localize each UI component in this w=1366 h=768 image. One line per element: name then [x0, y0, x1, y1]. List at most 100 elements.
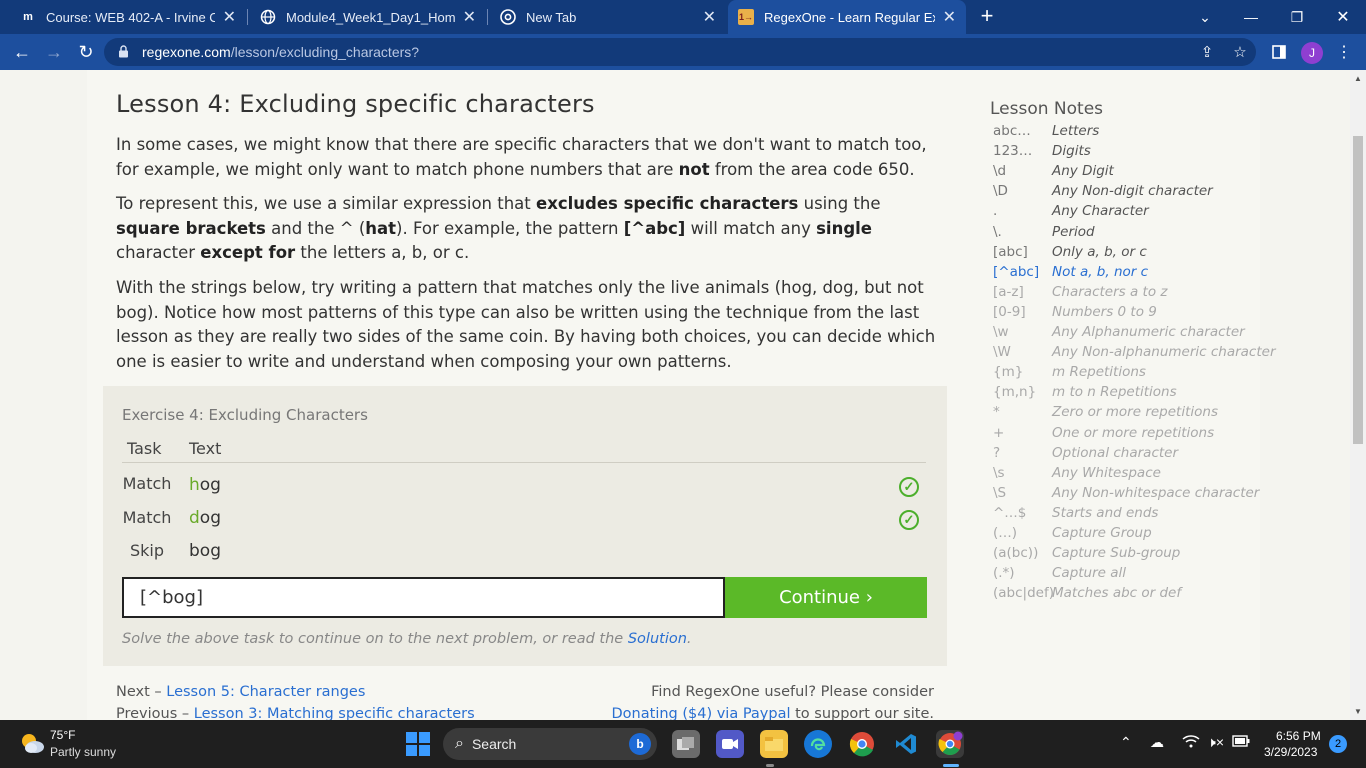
- note-meaning: Capture all: [1052, 565, 1127, 582]
- tab-module4[interactable]: Module4_Week1_Day1_Homewor ✕: [250, 0, 486, 34]
- next-prefix: Next –: [116, 684, 167, 700]
- note-meaning: Any Alphanumeric character: [1052, 324, 1245, 340]
- page-scrollbar[interactable]: ▲ ▼: [1350, 70, 1366, 720]
- note-row: [0-9] Numbers 0 to 9: [993, 304, 1263, 324]
- close-icon[interactable]: ✕: [703, 7, 716, 27]
- donate-link[interactable]: Donating ($4) via Paypal: [612, 706, 791, 720]
- note-meaning: Any Non-digit character: [1052, 183, 1213, 200]
- note-meaning: Optional character: [1052, 444, 1179, 461]
- note-row: {m,n} m to n Repetitions: [993, 384, 1263, 404]
- more-menu-icon[interactable]: ⋮: [1336, 42, 1352, 62]
- clock-time[interactable]: 6:56 PM: [1276, 729, 1321, 743]
- browser-toolbar: ← → ↻ regexone.com/lesson/excluding_char…: [0, 34, 1366, 70]
- show-hidden-icons-chevron-icon[interactable]: ⌃: [1120, 734, 1132, 751]
- note-syntax: (a(bc)): [993, 545, 1039, 562]
- windows-start-icon[interactable]: [406, 732, 430, 756]
- tab-title: Course: WEB 402-A - Irvine Comm: [46, 9, 215, 25]
- note-meaning: Any Non-alphanumeric character: [1052, 344, 1276, 361]
- weather-partly-sunny-icon[interactable]: [18, 730, 44, 756]
- url-host: regexone.com: [142, 44, 231, 60]
- note-syntax: {m,n}: [993, 384, 1037, 401]
- prev-lesson-link[interactable]: Lesson 3: Matching specific characters: [194, 706, 475, 720]
- note-row: abc… Letters: [993, 123, 1263, 143]
- wifi-icon[interactable]: [1182, 734, 1200, 751]
- search-label: Search: [471, 736, 517, 752]
- edge-browser-icon[interactable]: [804, 730, 832, 758]
- taskbar-search[interactable]: ⌕ Search b: [443, 728, 657, 760]
- weather-description: Partly sunny: [50, 745, 117, 759]
- note-syntax: ^…$: [993, 504, 1027, 521]
- share-icon[interactable]: ⇪: [1198, 43, 1216, 61]
- note-row: 123… Digits: [993, 143, 1263, 163]
- bing-icon[interactable]: b: [629, 733, 651, 755]
- p2-text: using the: [798, 194, 881, 213]
- tab-title: Module4_Week1_Day1_Homewor: [286, 9, 455, 25]
- tab-search-chevron-icon[interactable]: ⌄: [1182, 0, 1228, 34]
- p2-text: character: [116, 243, 201, 262]
- vscode-icon[interactable]: [892, 730, 920, 758]
- minimize-button[interactable]: —: [1228, 0, 1274, 34]
- tab-regexone[interactable]: 1→ RegexOne - Learn Regular Expres ✕: [728, 0, 966, 34]
- back-arrow-icon[interactable]: ←: [10, 40, 34, 64]
- note-meaning: Only a, b, or c: [1052, 243, 1147, 260]
- regex-input[interactable]: [^bog]: [122, 577, 725, 618]
- note-row: \. Period: [993, 224, 1263, 244]
- note-row: \w Any Alphanumeric character: [993, 324, 1263, 344]
- note-meaning: m to n Repetitions: [1052, 384, 1177, 401]
- p2-bold: square brackets: [116, 218, 266, 238]
- continue-button[interactable]: Continue ›: [725, 577, 927, 618]
- tab-course[interactable]: m Course: WEB 402-A - Irvine Comm ✕: [10, 0, 246, 34]
- close-icon[interactable]: ✕: [223, 7, 236, 27]
- active-app-indicator: [943, 764, 959, 767]
- profile-avatar[interactable]: J: [1301, 42, 1323, 64]
- volume-muted-icon[interactable]: 🕨×: [1207, 734, 1224, 751]
- note-meaning: Capture Sub-group: [1052, 545, 1181, 562]
- scroll-up-arrow-icon[interactable]: ▲: [1354, 74, 1362, 83]
- solution-link[interactable]: Solution: [628, 631, 687, 647]
- taskbar: 75°F Partly sunny ⌕ Search b ⌃ ☁ 🕨× 6:56…: [0, 720, 1366, 768]
- onedrive-icon[interactable]: ☁: [1150, 734, 1164, 751]
- lesson-paragraph-2: To represent this, we use a similar expr…: [116, 192, 936, 266]
- close-window-button[interactable]: ✕: [1320, 0, 1366, 34]
- divider: [122, 462, 926, 463]
- note-row: \D Any Non-digit character: [993, 183, 1263, 203]
- note-row: [a-z] Characters a to z: [993, 284, 1263, 304]
- clock-date[interactable]: 3/29/2023: [1264, 745, 1317, 759]
- donate-prompt: Find RegexOne useful? Please consider: [651, 684, 934, 700]
- match-highlight: d: [189, 508, 200, 528]
- teams-chat-icon[interactable]: [716, 730, 744, 758]
- p2-pattern: [^abc]: [623, 218, 686, 238]
- close-icon[interactable]: ✕: [943, 7, 956, 27]
- tab-new-tab[interactable]: New Tab ✕: [490, 0, 726, 34]
- note-row: \W Any Non-alphanumeric character: [993, 344, 1276, 364]
- close-icon[interactable]: ✕: [463, 7, 476, 27]
- notification-badge[interactable]: 2: [1329, 735, 1347, 753]
- restore-button[interactable]: ❐: [1274, 0, 1320, 34]
- next-lesson-link[interactable]: Lesson 5: Character ranges: [166, 684, 365, 700]
- file-explorer-icon[interactable]: [760, 730, 788, 758]
- note-meaning: Letters: [1052, 123, 1100, 139]
- lock-icon[interactable]: [118, 45, 130, 59]
- battery-icon[interactable]: [1232, 734, 1250, 750]
- forward-arrow-icon[interactable]: →: [42, 40, 66, 64]
- side-panel-icon[interactable]: [1270, 43, 1288, 61]
- note-syntax: {m}: [993, 364, 1024, 381]
- lesson-paragraph-1: In some cases, we might know that there …: [116, 133, 936, 182]
- chrome-profile-app-icon[interactable]: [936, 730, 964, 758]
- row-text: hog: [189, 475, 221, 495]
- address-bar[interactable]: regexone.com/lesson/excluding_characters…: [104, 38, 1256, 66]
- note-meaning: Capture Group: [1052, 525, 1152, 541]
- reload-icon[interactable]: ↻: [74, 40, 98, 64]
- scrollbar-thumb[interactable]: [1353, 136, 1363, 444]
- column-header-task: Task: [127, 439, 162, 458]
- bookmark-star-icon[interactable]: ☆: [1231, 43, 1249, 61]
- note-row: * Zero or more repetitions: [993, 404, 1263, 424]
- new-tab-button[interactable]: +: [976, 5, 998, 27]
- note-syntax: \w: [993, 324, 1009, 340]
- note-row: ^…$ Starts and ends: [993, 505, 1263, 525]
- task-view-icon[interactable]: [672, 730, 700, 758]
- scroll-down-arrow-icon[interactable]: ▼: [1354, 707, 1362, 716]
- running-indicator: [766, 764, 774, 767]
- chrome-app-icon[interactable]: [848, 730, 876, 758]
- note-row: . Any Character: [993, 203, 1263, 223]
